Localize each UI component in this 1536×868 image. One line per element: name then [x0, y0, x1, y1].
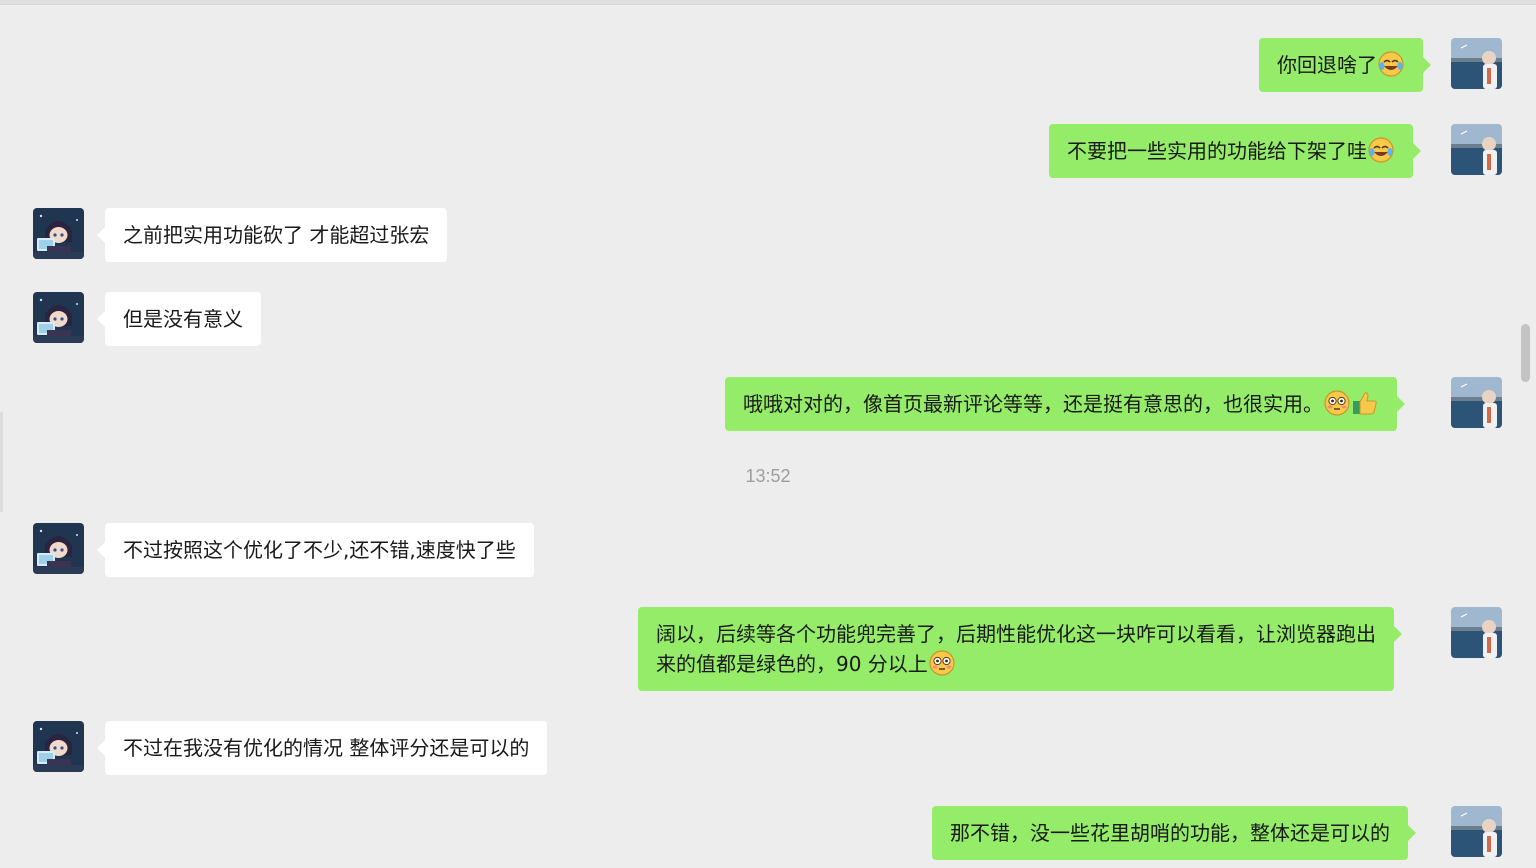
- contact-avatar[interactable]: [33, 208, 84, 259]
- my-avatar[interactable]: [1451, 377, 1502, 428]
- message-timestamp: 13:52: [745, 466, 791, 486]
- flushed-emoji-icon: [1324, 390, 1350, 416]
- laugh-cry-emoji-icon: [1368, 137, 1394, 163]
- sea-portrait-avatar-icon: [1451, 124, 1502, 175]
- message-bubble-sent[interactable]: 哦哦对对的，像首页最新评论等等，还是挺有意思的，也很实用。: [725, 377, 1405, 431]
- sea-portrait-avatar-icon: [1451, 607, 1502, 658]
- flushed-emoji-icon: [929, 650, 955, 676]
- anime-girl-avatar-icon: [33, 721, 84, 772]
- message-bubble-received[interactable]: 之前把实用功能砍了 才能超过张宏: [96, 208, 448, 262]
- message-text-line: 来的值都是绿色的，90 分以上: [656, 652, 928, 676]
- message-text-line: 阔以，后续等各个功能兜完善了，后期性能优化这一块咋可以看看，让浏览器跑出: [656, 622, 1376, 646]
- message-bubble-sent[interactable]: 你回退啥了: [1259, 38, 1431, 92]
- message-text: 哦哦对对的，像首页最新评论等等，还是挺有意思的，也很实用。: [743, 392, 1323, 416]
- message-bubble-sent[interactable]: 不要把一些实用的功能给下架了哇: [1049, 124, 1421, 178]
- message-text: 但是没有意义: [123, 307, 243, 331]
- thumbs-up-emoji-icon: [1353, 392, 1377, 415]
- message-text: 不过按照这个优化了不少,还不错,速度快了些: [123, 538, 516, 562]
- left-pane-edge: [0, 412, 3, 512]
- chat-window: 你回退啥了 不要把一些实用的功能给下架了哇 之前把实用功能砍了 才能超过张宏 但…: [0, 0, 1536, 868]
- message-bubble-sent[interactable]: 阔以，后续等各个功能兜完善了，后期性能优化这一块咋可以看看，让浏览器跑出 来的值…: [638, 607, 1402, 691]
- anime-girl-avatar-icon: [33, 292, 84, 343]
- message-text: 那不错，没一些花里胡哨的功能，整体还是可以的: [950, 821, 1390, 845]
- scrollbar-thumb[interactable]: [1521, 324, 1530, 382]
- message-bubble-sent[interactable]: 那不错，没一些花里胡哨的功能，整体还是可以的: [932, 806, 1416, 860]
- my-avatar[interactable]: [1451, 124, 1502, 175]
- message-text: 不要把一些实用的功能给下架了哇: [1067, 139, 1367, 163]
- my-avatar[interactable]: [1451, 607, 1502, 658]
- anime-girl-avatar-icon: [33, 523, 84, 574]
- message-bubble-received[interactable]: 不过按照这个优化了不少,还不错,速度快了些: [97, 523, 534, 577]
- my-avatar[interactable]: [1451, 806, 1502, 857]
- sea-portrait-avatar-icon: [1451, 38, 1502, 89]
- sea-portrait-avatar-icon: [1451, 806, 1502, 857]
- message-text: 不过在我没有优化的情况 整体评分还是可以的: [123, 736, 530, 760]
- message-text: 之前把实用功能砍了 才能超过张宏: [123, 223, 430, 247]
- my-avatar[interactable]: [1451, 38, 1502, 89]
- message-bubble-received[interactable]: 但是没有意义: [97, 292, 261, 346]
- contact-avatar[interactable]: [33, 721, 84, 772]
- contact-avatar[interactable]: [33, 292, 84, 343]
- top-divider: [0, 0, 1536, 5]
- message-text: 你回退啥了: [1277, 53, 1377, 77]
- sea-portrait-avatar-icon: [1451, 377, 1502, 428]
- contact-avatar[interactable]: [33, 523, 84, 574]
- message-bubble-received[interactable]: 不过在我没有优化的情况 整体评分还是可以的: [96, 721, 548, 775]
- laugh-cry-emoji-icon: [1378, 51, 1404, 77]
- anime-girl-avatar-icon: [33, 208, 84, 259]
